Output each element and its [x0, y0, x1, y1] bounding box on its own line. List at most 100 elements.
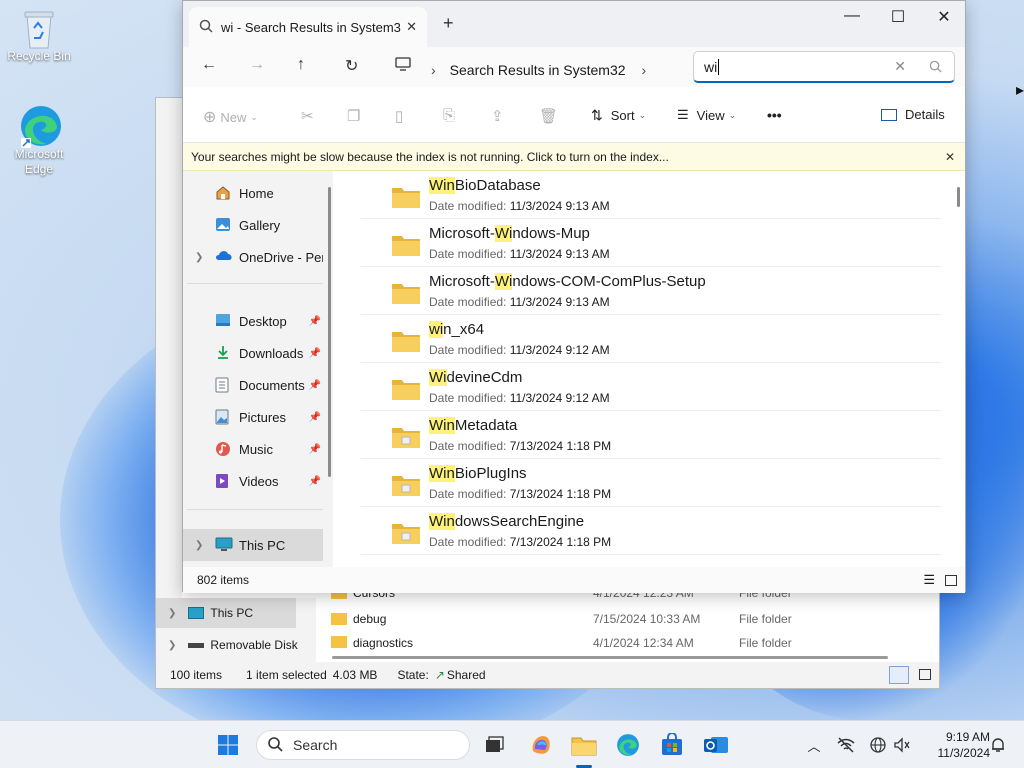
- list-item[interactable]: WidevineCdm Date modified: 11/3/2024 9:12…: [361, 363, 941, 411]
- list-item[interactable]: WinBioPlugIns Date modified: 7/13/2024 1:…: [361, 459, 941, 507]
- minimize-button[interactable]: —: [829, 7, 875, 25]
- back-nav-removable-disk[interactable]: ❯ Removable Disk: [156, 630, 316, 660]
- nav-item-documents[interactable]: Documents 📌: [183, 369, 323, 401]
- match-highlight: wi: [429, 321, 444, 338]
- up-arrow-icon[interactable]: ↑: [297, 56, 305, 74]
- result-name: WidevineCdm: [429, 369, 523, 386]
- monitor-icon[interactable]: [395, 57, 411, 76]
- result-date: Date modified: 7/13/2024 1:18 PM: [429, 535, 612, 549]
- search-input[interactable]: wi ✕: [693, 51, 955, 83]
- chevron-up-icon[interactable]: ︿: [800, 731, 828, 759]
- title-bar: wi - Search Results in System3 ✕ + — ☐ ✕: [183, 1, 965, 47]
- music-icon: [215, 441, 233, 457]
- nav-scrollbar[interactable]: [328, 187, 331, 477]
- list-item[interactable]: WindowsSearchEngine Date modified: 7/13/2…: [361, 507, 941, 555]
- clear-search-icon[interactable]: ✕: [894, 58, 906, 75]
- search-icon[interactable]: [929, 60, 942, 76]
- computer-icon: [215, 537, 233, 553]
- new-tab-button[interactable]: +: [443, 13, 454, 34]
- status-bar: 802 items ☰: [183, 567, 965, 593]
- more-options-button[interactable]: •••: [767, 107, 782, 123]
- explorer-window[interactable]: wi - Search Results in System3 ✕ + — ☐ ✕…: [182, 0, 967, 593]
- outlook-icon[interactable]: [702, 731, 730, 759]
- mouse-cursor: ▸: [1016, 82, 1024, 99]
- paste-icon[interactable]: ▯: [395, 107, 403, 125]
- view-button[interactable]: ☰ View ⌄: [677, 107, 736, 123]
- share-icon[interactable]: ⇪: [491, 107, 504, 125]
- nav-item-pictures[interactable]: Pictures 📌: [183, 401, 323, 433]
- pin-icon[interactable]: 📌: [309, 380, 321, 391]
- close-button[interactable]: ✕: [921, 7, 967, 27]
- result-name: WinBioPlugIns: [429, 465, 527, 482]
- index-warning-bar[interactable]: Your searches might be slow because the …: [183, 143, 965, 171]
- nav-item-onedrive[interactable]: ❯ OneDrive - Perso: [183, 241, 323, 273]
- list-item[interactable]: Microsoft-Windows-Mup Date modified: 11/3…: [361, 219, 941, 267]
- network-off-icon[interactable]: [832, 731, 860, 759]
- results-scrollbar[interactable]: [957, 187, 960, 207]
- pin-icon[interactable]: 📌: [309, 412, 321, 423]
- horizontal-scrollbar[interactable]: [332, 656, 888, 659]
- details-view-toggle[interactable]: ☰: [923, 572, 935, 588]
- nav-item-videos[interactable]: Videos 📌: [183, 465, 323, 497]
- table-row[interactable]: diagnostics 4/1/2024 12:34 AM File folde…: [331, 632, 921, 650]
- tab-close-icon[interactable]: ✕: [406, 19, 417, 35]
- file-explorer-icon[interactable]: [570, 731, 598, 759]
- system-clock[interactable]: 9:19 AM 11/3/2024: [920, 729, 991, 761]
- result-date: Date modified: 7/13/2024 1:18 PM: [429, 439, 612, 453]
- breadcrumb[interactable]: Search Results in System32: [450, 62, 626, 78]
- edge-icon[interactable]: [614, 731, 642, 759]
- maximize-button[interactable]: ☐: [875, 7, 921, 27]
- list-item[interactable]: win_x64 Date modified: 11/3/2024 9:12 AM: [361, 315, 941, 363]
- recycle-bin-icon: [19, 6, 59, 49]
- nav-item-this-pc[interactable]: ❯ This PC: [183, 529, 323, 561]
- match-highlight: Wi: [429, 369, 447, 386]
- back-nav-this-pc[interactable]: ❯ This PC: [156, 598, 296, 628]
- list-item[interactable]: WinBioDatabase Date modified: 11/3/2024 9…: [361, 171, 941, 219]
- forward-arrow-icon[interactable]: →: [249, 56, 265, 74]
- copy-icon[interactable]: ❐: [347, 107, 360, 125]
- nav-item-home[interactable]: Home: [183, 177, 323, 209]
- details-pane-button[interactable]: Details: [881, 107, 945, 122]
- pin-icon[interactable]: 📌: [309, 476, 321, 487]
- search-results-list: WinBioDatabase Date modified: 11/3/2024 9…: [341, 171, 967, 567]
- close-warning-icon[interactable]: ✕: [945, 150, 955, 164]
- desktop-icon-edge[interactable]: Microsoft Edge: [4, 104, 74, 177]
- address-bar[interactable]: › Search Results in System32 ›: [431, 55, 707, 85]
- new-button[interactable]: ⊕ New ⌄: [203, 107, 258, 127]
- volume-muted-icon[interactable]: [888, 731, 916, 759]
- cut-icon[interactable]: ✂: [301, 107, 314, 125]
- table-row[interactable]: debug 7/15/2024 10:33 AM File folder: [331, 606, 921, 632]
- match-highlight: Wi: [494, 225, 513, 242]
- tiles-view-toggle[interactable]: [945, 574, 957, 586]
- shared-icon: ↗: [434, 668, 445, 682]
- list-item[interactable]: Microsoft-Windows-COM-ComPlus-Setup Date …: [361, 267, 941, 315]
- back-arrow-icon[interactable]: ←: [201, 56, 217, 74]
- sort-button[interactable]: ⇅ Sort ⌄: [591, 107, 646, 124]
- pin-icon[interactable]: 📌: [309, 316, 321, 327]
- desktop-icon-recycle-bin[interactable]: Recycle Bin: [4, 6, 74, 63]
- folder-icon: [391, 281, 421, 305]
- pin-icon[interactable]: 📌: [309, 348, 321, 359]
- nav-item-desktop[interactable]: Desktop 📌: [183, 305, 323, 337]
- details-view-toggle[interactable]: [889, 666, 909, 684]
- nav-item-downloads[interactable]: Downloads 📌: [183, 337, 323, 369]
- tab-search-results[interactable]: wi - Search Results in System3 ✕: [189, 7, 427, 47]
- refresh-icon[interactable]: ↻: [345, 56, 358, 76]
- back-nav-strip: [156, 98, 182, 598]
- pin-icon[interactable]: 📌: [309, 444, 321, 455]
- result-name: WindowsSearchEngine: [429, 513, 585, 530]
- rename-icon[interactable]: ⎘: [443, 107, 455, 124]
- nav-item-gallery[interactable]: Gallery: [183, 209, 323, 241]
- tiles-view-toggle[interactable]: [919, 669, 931, 680]
- delete-icon[interactable]: 🗑: [539, 107, 558, 125]
- task-view-icon[interactable]: [480, 731, 508, 759]
- store-icon[interactable]: [658, 731, 686, 759]
- tab-title: wi - Search Results in System3: [221, 19, 401, 35]
- nav-item-music[interactable]: Music 📌: [183, 433, 323, 465]
- copilot-icon[interactable]: [527, 731, 555, 759]
- taskbar-search[interactable]: Search: [256, 730, 470, 760]
- list-item[interactable]: WinMetadata Date modified: 7/13/2024 1:18…: [361, 411, 941, 459]
- match-highlight: Win: [429, 417, 455, 434]
- notification-bell-icon[interactable]: [984, 731, 1012, 759]
- start-button[interactable]: [214, 731, 242, 759]
